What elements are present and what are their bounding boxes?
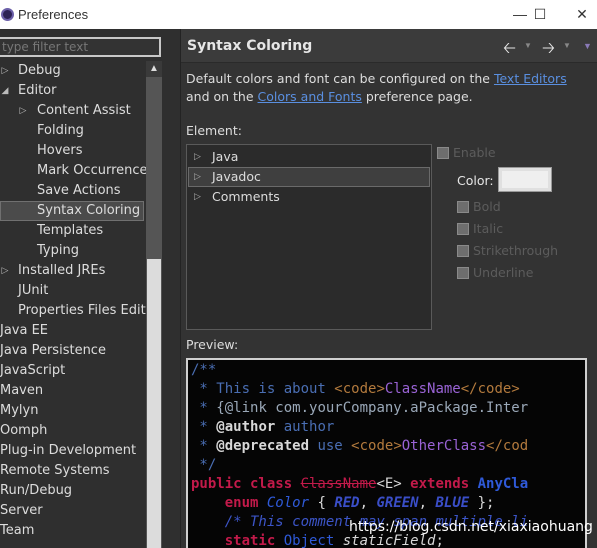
eclipse-icon bbox=[1, 8, 14, 21]
chevron-down-icon[interactable]: ▼ bbox=[563, 41, 571, 50]
element-label: Element: bbox=[186, 123, 242, 138]
checkbox-icon[interactable] bbox=[457, 201, 469, 213]
element-tree[interactable]: ▷ Java ▷ Javadoc ▷ Comments bbox=[186, 144, 432, 330]
color-picker-button[interactable] bbox=[498, 167, 552, 192]
tree-item-server[interactable]: Server bbox=[0, 501, 146, 521]
tree-item-oomph[interactable]: Oomph bbox=[0, 421, 146, 441]
preferences-tree: ▷ Debug ◢ Editor ▷ Content Assist Foldin… bbox=[0, 61, 146, 548]
tree-item-hovers[interactable]: Hovers bbox=[0, 141, 146, 161]
view-menu-icon[interactable]: ▼ bbox=[583, 41, 592, 51]
scrollbar-thumb[interactable] bbox=[147, 259, 161, 548]
maximize-button[interactable]: ☐ bbox=[520, 2, 560, 26]
expand-icon[interactable]: ▷ bbox=[0, 261, 10, 281]
tree-item-java-persistence[interactable]: Java Persistence bbox=[0, 341, 146, 361]
tree-item-javascript[interactable]: JavaScript bbox=[0, 361, 146, 381]
tree-item-run-debug[interactable]: Run/Debug bbox=[0, 481, 146, 501]
color-label: Color: bbox=[457, 173, 494, 188]
page-title: Syntax Coloring bbox=[187, 38, 313, 54]
tree-item-remote-systems[interactable]: Remote Systems bbox=[0, 461, 146, 481]
checkbox-icon[interactable] bbox=[437, 147, 449, 159]
element-item-java[interactable]: ▷ Java bbox=[188, 147, 430, 167]
title-bar: Preferences — ☐ ✕ bbox=[0, 0, 597, 29]
chevron-down-icon[interactable]: ▼ bbox=[524, 41, 532, 50]
element-item-javadoc[interactable]: ▷ Javadoc bbox=[188, 167, 430, 187]
preferences-nav-panel: type filter text ▷ Debug ◢ Editor ▷ Cont… bbox=[0, 29, 166, 548]
checkbox-icon[interactable] bbox=[457, 223, 469, 235]
arrow-back-icon[interactable]: 🡠 bbox=[503, 37, 516, 64]
syntax-coloring-page: Syntax Coloring 🡠 ▼ 🡢 ▼ ▼ Default colors… bbox=[181, 29, 597, 548]
tree-item-properties-files-editor[interactable]: Properties Files Editor bbox=[0, 301, 146, 321]
tree-item-content-assist[interactable]: ▷ Content Assist bbox=[0, 101, 146, 121]
tree-item-team[interactable]: Team bbox=[0, 521, 146, 541]
colors-and-fonts-link[interactable]: Colors and Fonts bbox=[258, 89, 362, 104]
page-description: Default colors and font can be configure… bbox=[186, 71, 567, 104]
collapse-icon[interactable]: ◢ bbox=[0, 81, 10, 101]
tree-item-templates[interactable]: Templates bbox=[0, 221, 146, 241]
tree-item-folding[interactable]: Folding bbox=[0, 121, 146, 141]
close-button[interactable]: ✕ bbox=[562, 2, 597, 26]
tree-scrollbar[interactable]: ▲ bbox=[146, 61, 162, 548]
element-item-comments[interactable]: ▷ Comments bbox=[188, 187, 430, 207]
tree-item-save-actions[interactable]: Save Actions bbox=[0, 181, 146, 201]
color-swatch bbox=[502, 171, 548, 188]
tree-item-debug[interactable]: ▷ Debug bbox=[0, 61, 146, 81]
window-title: Preferences bbox=[18, 7, 89, 22]
page-header: Syntax Coloring 🡠 ▼ 🡢 ▼ ▼ bbox=[181, 29, 597, 63]
expand-icon[interactable]: ▷ bbox=[194, 168, 201, 186]
tree-item-plug-in-development[interactable]: Plug-in Development bbox=[0, 441, 146, 461]
tree-item-maven[interactable]: Maven bbox=[0, 381, 146, 401]
expand-icon[interactable]: ▷ bbox=[194, 187, 201, 207]
tree-item-installed-jres[interactable]: ▷ Installed JREs bbox=[0, 261, 146, 281]
expand-icon[interactable]: ▷ bbox=[194, 147, 201, 167]
watermark-text: https://blog.csdn.net/xiaxiaohuang bbox=[349, 519, 593, 535]
arrow-forward-icon[interactable]: 🡢 bbox=[542, 37, 555, 64]
tree-item-syntax-coloring[interactable]: Syntax Coloring bbox=[0, 201, 144, 221]
preview-label: Preview: bbox=[186, 337, 239, 352]
tree-item-mark-occurrences[interactable]: Mark Occurrences bbox=[0, 161, 146, 181]
filter-input[interactable]: type filter text bbox=[0, 37, 161, 57]
expand-icon[interactable]: ▷ bbox=[0, 61, 10, 81]
tree-item-typing[interactable]: Typing bbox=[0, 241, 146, 261]
tree-item-java-ee[interactable]: Java EE bbox=[0, 321, 146, 341]
tree-item-junit[interactable]: JUnit bbox=[0, 281, 146, 301]
text-editors-link[interactable]: Text Editors bbox=[494, 71, 567, 86]
tree-item-editor[interactable]: ◢ Editor bbox=[0, 81, 146, 101]
checkbox-icon[interactable] bbox=[457, 267, 469, 279]
checkbox-icon[interactable] bbox=[457, 245, 469, 257]
scroll-up-icon[interactable]: ▲ bbox=[146, 61, 162, 77]
tree-item-mylyn[interactable]: Mylyn bbox=[0, 401, 146, 421]
expand-icon[interactable]: ▷ bbox=[18, 101, 28, 121]
